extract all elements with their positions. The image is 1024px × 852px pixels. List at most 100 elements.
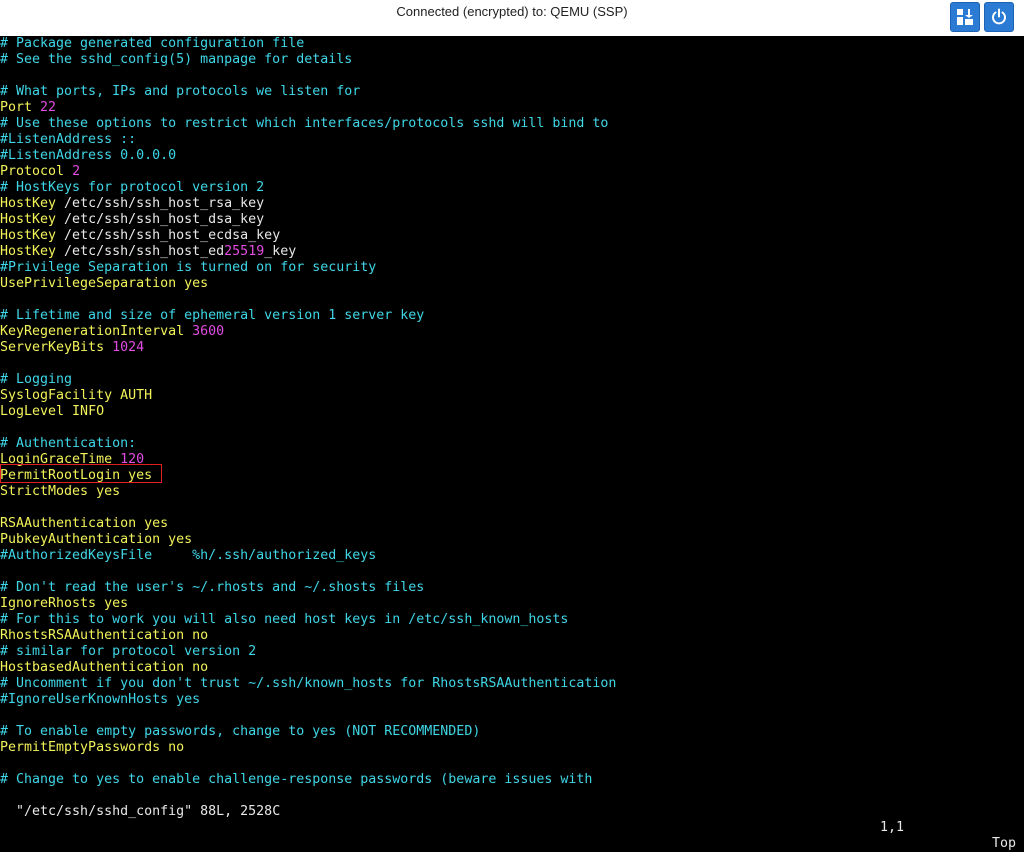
terminal-line: # Logging: [0, 372, 72, 388]
terminal-line: RSAAuthentication yes: [0, 516, 168, 532]
terminal-text: 1024: [112, 340, 145, 355]
send-keys-button[interactable]: [950, 2, 980, 32]
connection-title: Connected (encrypted) to: QEMU (SSP): [396, 4, 628, 19]
terminal-line: HostKey /etc/ssh/ssh_host_ed25519_key: [0, 244, 296, 260]
terminal-line: PermitEmptyPasswords no: [0, 740, 184, 756]
terminal-text: PermitRootLogin: [0, 468, 121, 483]
terminal-text: # Logging: [0, 372, 73, 387]
terminal-line: # What ports, IPs and protocols we liste…: [0, 84, 360, 100]
terminal-text: /etc/ssh/ssh_host_rsa_key: [56, 196, 265, 211]
terminal-text: #AuthorizedKeysFile %h/.ssh/authorized_k…: [0, 548, 377, 563]
terminal-text: #ListenAddress 0.0.0.0: [0, 148, 177, 163]
terminal-text: # Uncomment if you don't trust ~/.ssh/kn…: [0, 676, 617, 691]
vim-status-line: "/etc/ssh/sshd_config" 88L, 2528C 1,1 To…: [0, 788, 1024, 851]
terminal-line: LogLevel INFO: [0, 404, 104, 420]
terminal-text: KeyRegenerationInterval: [0, 324, 193, 339]
send-keys-icon: [955, 7, 975, 27]
terminal-text: # Package generated configuration file: [0, 36, 305, 51]
terminal-text: HostKey: [0, 212, 57, 227]
terminal-line: PubkeyAuthentication yes: [0, 532, 192, 548]
terminal-line: UsePrivilegeSeparation yes: [0, 276, 208, 292]
terminal-line: IgnoreRhosts yes: [0, 596, 128, 612]
terminal-text: #ListenAddress ::: [0, 132, 137, 147]
vnc-toolbar: Connected (encrypted) to: QEMU (SSP): [0, 0, 1024, 36]
terminal-line: # Don't read the user's ~/.rhosts and ~/…: [0, 580, 424, 596]
terminal-text: # similar for protocol version 2: [0, 644, 257, 659]
terminal-line: # Use these options to restrict which in…: [0, 116, 608, 132]
status-scroll-position: Top: [992, 836, 1017, 851]
terminal-text: yes: [88, 484, 121, 499]
terminal-text: #IgnoreUserKnownHosts yes: [0, 692, 201, 707]
terminal-text: SyslogFacility: [0, 388, 113, 403]
terminal-line: # Change to yes to enable challenge-resp…: [0, 772, 592, 788]
terminal-text: /etc/ssh/ssh_host_ecdsa_key: [56, 228, 281, 243]
terminal-text: 3600: [192, 324, 225, 339]
terminal-text: yes: [136, 516, 169, 531]
status-cursor-position: 1,1: [880, 820, 905, 835]
terminal-text: #Privilege Separation is turned on for s…: [0, 260, 377, 275]
terminal-text: HostKey: [0, 196, 57, 211]
terminal-text: Protocol: [0, 164, 73, 179]
terminal-text: INFO: [64, 404, 105, 419]
terminal-line: LoginGraceTime 120: [0, 452, 144, 468]
terminal-line: HostKey /etc/ssh/ssh_host_dsa_key: [0, 212, 264, 228]
terminal-text: # Change to yes to enable challenge-resp…: [0, 772, 593, 787]
terminal-text: # To enable empty passwords, change to y…: [0, 724, 481, 739]
terminal-text: yes: [176, 276, 209, 291]
terminal-text: ServerKeyBits: [0, 340, 113, 355]
terminal-screen[interactable]: # Package generated configuration file # …: [0, 36, 1024, 804]
terminal-line: PermitRootLogin yes: [0, 468, 152, 484]
terminal-text: PermitEmptyPasswords: [0, 740, 161, 755]
terminal-line: # Lifetime and size of ephemeral version…: [0, 308, 424, 324]
terminal-line: #Privilege Separation is turned on for s…: [0, 260, 376, 276]
terminal-line: # To enable empty passwords, change to y…: [0, 724, 480, 740]
terminal-text: /etc/ssh/ssh_host_ed: [56, 244, 225, 259]
terminal-text: /etc/ssh/ssh_host_dsa_key: [56, 212, 265, 227]
terminal-text: 120: [120, 452, 145, 467]
terminal-text: LoginGraceTime: [0, 452, 121, 467]
terminal-text: 22: [40, 100, 57, 115]
terminal-text: # Lifetime and size of ephemeral version…: [0, 308, 425, 323]
terminal-text: no: [184, 660, 209, 675]
terminal-line: HostKey /etc/ssh/ssh_host_ecdsa_key: [0, 228, 280, 244]
terminal-text: # See the sshd_config(5) manpage for det…: [0, 52, 353, 67]
terminal-text: # What ports, IPs and protocols we liste…: [0, 84, 361, 99]
terminal-text: 2: [72, 164, 81, 179]
terminal-text: yes: [96, 596, 129, 611]
terminal-text: # Authentication:: [0, 436, 137, 451]
terminal-line: #IgnoreUserKnownHosts yes: [0, 692, 200, 708]
terminal-line: # HostKeys for protocol version 2: [0, 180, 264, 196]
terminal-line: StrictModes yes: [0, 484, 120, 500]
terminal-text: # Use these options to restrict which in…: [0, 116, 609, 131]
terminal-line: #ListenAddress 0.0.0.0: [0, 148, 176, 164]
terminal-text: yes: [120, 468, 153, 483]
terminal-text: # HostKeys for protocol version 2: [0, 180, 265, 195]
terminal-line: # Uncomment if you don't trust ~/.ssh/kn…: [0, 676, 616, 692]
terminal-text: HostKey: [0, 244, 57, 259]
terminal-text: UsePrivilegeSeparation: [0, 276, 177, 291]
terminal-line: # Package generated configuration file: [0, 36, 304, 52]
terminal-text: Port: [0, 100, 41, 115]
terminal-line: KeyRegenerationInterval 3600: [0, 324, 224, 340]
terminal-text: RhostsRSAAuthentication: [0, 628, 185, 643]
status-file-info: "/etc/ssh/sshd_config" 88L, 2528C: [16, 804, 281, 819]
terminal-text: # Don't read the user's ~/.rhosts and ~/…: [0, 580, 425, 595]
terminal-line: HostKey /etc/ssh/ssh_host_rsa_key: [0, 196, 264, 212]
terminal-text: _key: [264, 244, 297, 259]
terminal-text: no: [160, 740, 185, 755]
terminal-text: no: [184, 628, 209, 643]
terminal-line: HostbasedAuthentication no: [0, 660, 208, 676]
terminal-line: #AuthorizedKeysFile %h/.ssh/authorized_k…: [0, 548, 376, 564]
terminal-text: PubkeyAuthentication: [0, 532, 161, 547]
terminal-text: # For this to work you will also need ho…: [0, 612, 569, 627]
terminal-text: StrictModes: [0, 484, 89, 499]
terminal-text: HostKey: [0, 228, 57, 243]
terminal-line: # Authentication:: [0, 436, 136, 452]
terminal-line: # similar for protocol version 2: [0, 644, 256, 660]
terminal-text: IgnoreRhosts: [0, 596, 97, 611]
terminal-text: yes: [160, 532, 193, 547]
terminal-text: LogLevel: [0, 404, 65, 419]
power-button[interactable]: [984, 2, 1014, 32]
terminal-text: AUTH: [112, 388, 153, 403]
terminal-line: #ListenAddress ::: [0, 132, 136, 148]
